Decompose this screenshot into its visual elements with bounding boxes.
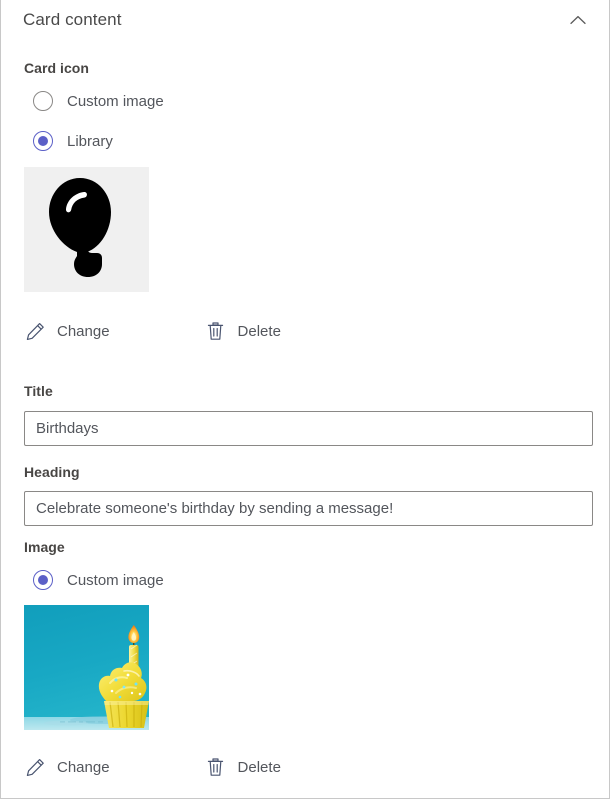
heading-label: Heading — [24, 464, 80, 480]
image-label: Image — [24, 539, 65, 555]
action-label: Delete — [237, 322, 281, 340]
title-input[interactable] — [24, 411, 593, 446]
image-preview[interactable] — [24, 605, 149, 730]
radio-label: Custom image — [67, 92, 164, 110]
pencil-icon — [24, 320, 46, 342]
page-title: Card content — [23, 10, 122, 29]
action-label: Delete — [237, 758, 281, 776]
delete-image-button[interactable]: Delete — [205, 751, 281, 783]
radio-indicator — [33, 91, 53, 111]
heading-input[interactable] — [24, 491, 593, 526]
card-icon-label: Card icon — [24, 60, 90, 76]
action-label: Change — [57, 322, 110, 340]
card-content-panel: Card content Card icon Custom image Libr… — [0, 0, 610, 799]
radio-indicator — [33, 570, 53, 590]
action-label: Change — [57, 758, 110, 776]
radio-card-icon-custom-image[interactable]: Custom image — [33, 91, 164, 111]
title-label: Title — [24, 383, 53, 399]
radio-card-icon-library[interactable]: Library — [33, 131, 113, 151]
change-card-icon-button[interactable]: Change — [24, 315, 110, 347]
chevron-up-icon — [570, 15, 586, 25]
balloon-icon — [44, 176, 130, 283]
card-icon-actions: Change Delete — [24, 315, 281, 347]
radio-label: Custom image — [67, 571, 164, 589]
cupcake-photo — [24, 605, 149, 730]
radio-label: Library — [67, 132, 113, 150]
trash-icon — [205, 756, 227, 778]
panel-header: Card content — [1, 0, 609, 40]
trash-icon — [205, 320, 227, 342]
change-image-button[interactable]: Change — [24, 751, 110, 783]
image-actions: Change Delete — [24, 751, 281, 783]
collapse-panel-button[interactable] — [563, 5, 593, 35]
radio-image-custom-image[interactable]: Custom image — [33, 570, 164, 590]
card-icon-preview[interactable] — [24, 167, 149, 292]
radio-indicator — [33, 131, 53, 151]
pencil-icon — [24, 756, 46, 778]
delete-card-icon-button[interactable]: Delete — [205, 315, 281, 347]
